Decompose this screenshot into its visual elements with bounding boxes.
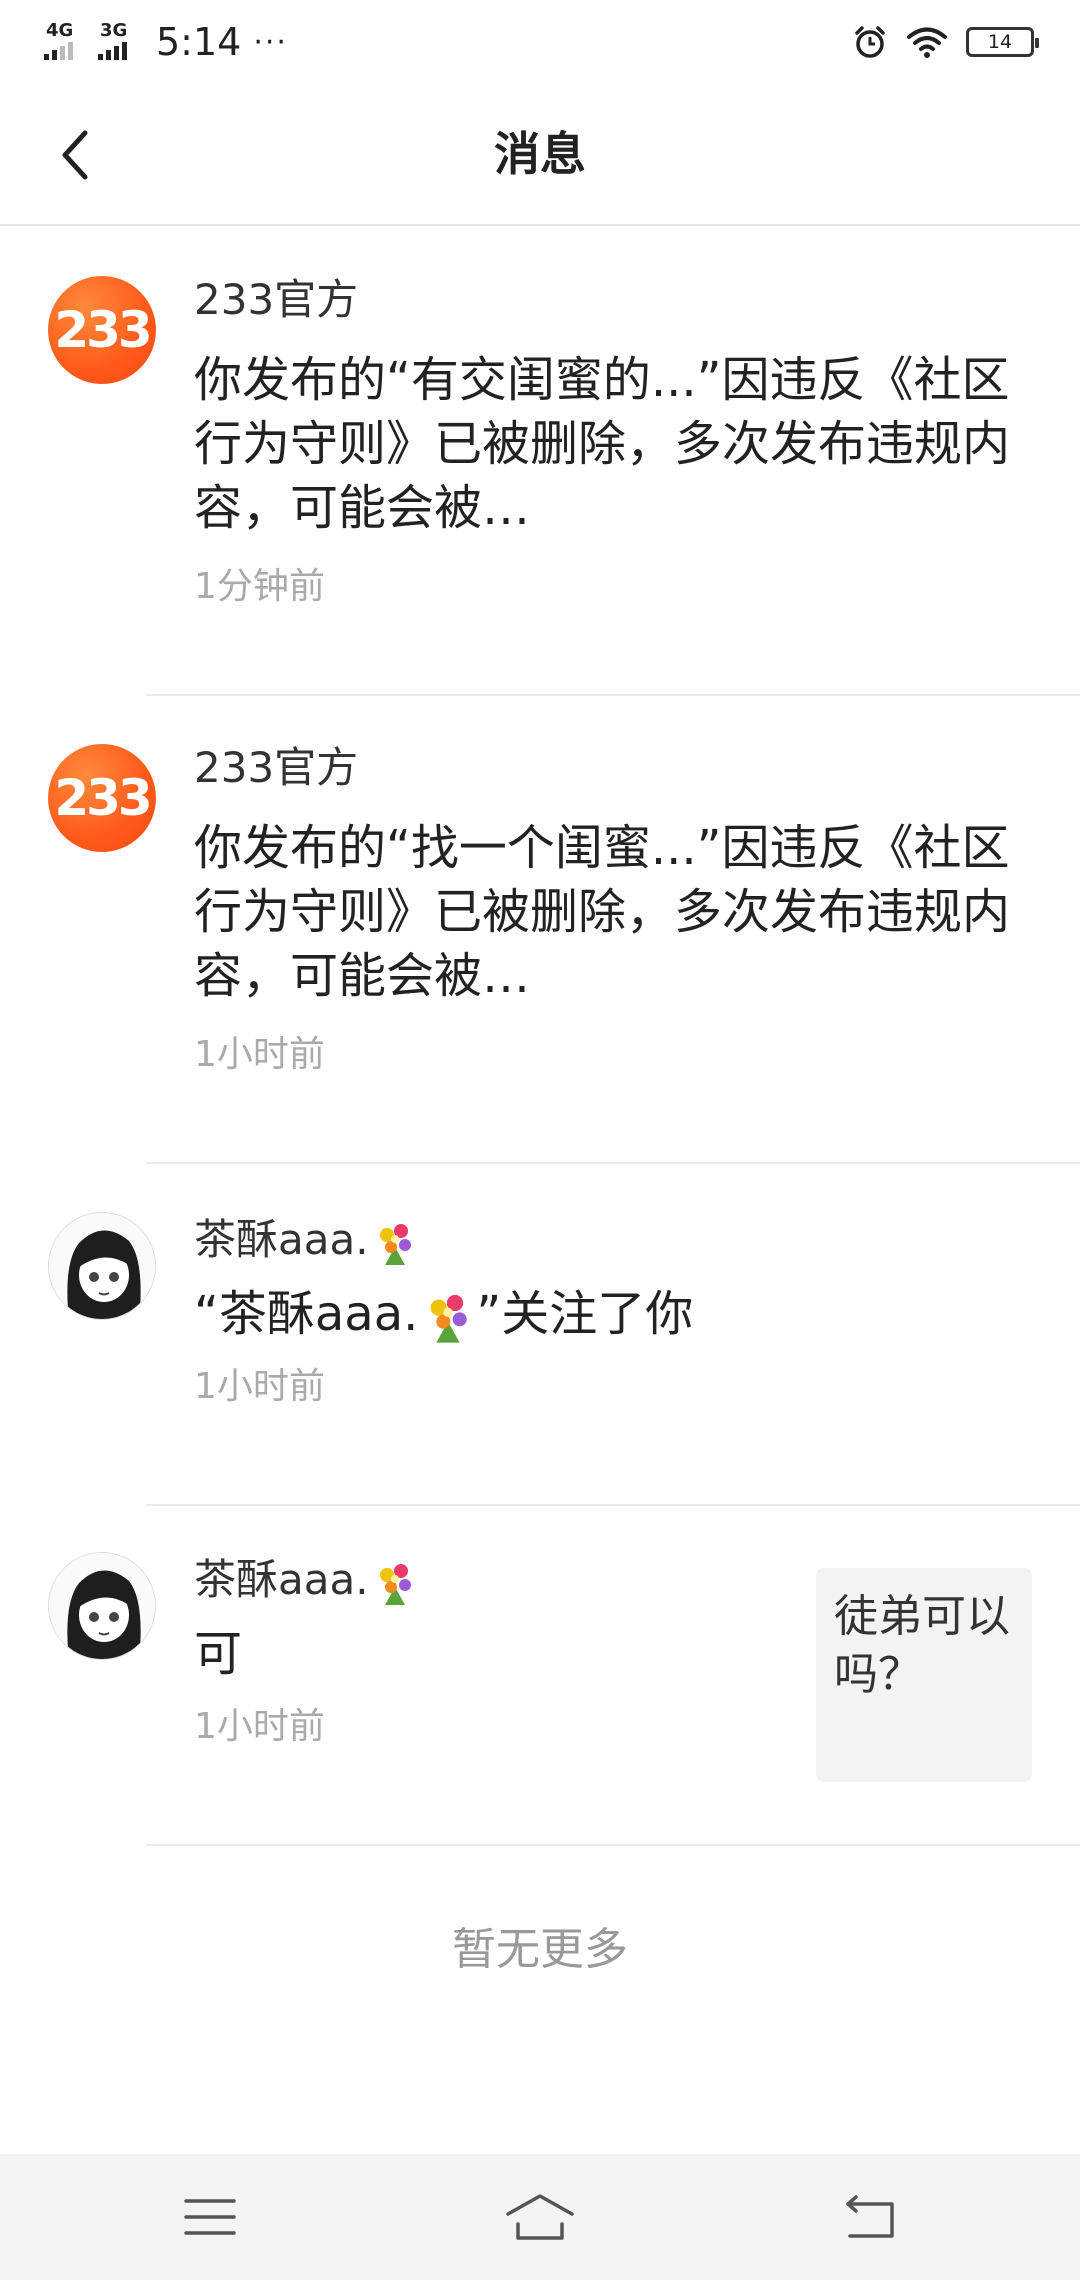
- flower-bouquet-icon: [379, 1563, 411, 1605]
- message-content: 茶酥aaa. 可 1小时前: [194, 1550, 780, 1752]
- message-content: 233官方 你发布的“找一个闺蜜...”因违反《社区行为守则》已被删除，多次发布…: [194, 738, 1010, 1080]
- back-icon: [846, 2195, 894, 2238]
- sender-name: 233官方: [194, 743, 359, 792]
- avatar-233-official[interactable]: 233: [48, 276, 156, 384]
- sender-name: 233官方: [194, 275, 359, 324]
- signal-4g-icon: 4G: [44, 22, 92, 62]
- status-left: 4G 3G 5:14 ···: [44, 18, 288, 66]
- menu-button[interactable]: [170, 2182, 250, 2252]
- back-nav-button[interactable]: [830, 2182, 910, 2252]
- alarm-icon: [855, 26, 885, 58]
- message-content: 233官方 你发布的“有交闺蜜的...”因违反《社区行为守则》已被删除，多次发布…: [194, 270, 1010, 612]
- chevron-left-icon: [62, 130, 88, 180]
- message-time: 1小时前: [194, 1366, 325, 1407]
- header-bar: 消息: [0, 84, 1080, 226]
- back-button[interactable]: [40, 120, 110, 190]
- battery-icon: 14: [966, 27, 1039, 57]
- page-title: 消息: [494, 127, 586, 181]
- status-more: ···: [253, 24, 288, 60]
- divider: [146, 694, 1080, 696]
- flower-bouquet-icon: [379, 1223, 411, 1265]
- message-text: 你发布的“找一个闺蜜...”因违反《社区行为守则》已被删除，多次发布违规内容，可…: [194, 820, 1011, 1004]
- sender-name: 茶酥aaa.: [194, 1210, 1010, 1270]
- avatar-girl-icon: [49, 1553, 155, 1659]
- avatar-233-official[interactable]: 233: [48, 744, 156, 852]
- message-text: 可: [194, 1626, 243, 1682]
- menu-icon: [184, 2199, 236, 2235]
- message-text: 你发布的“有交闺蜜的...”因违反《社区行为守则》已被删除，多次发布违规内容，可…: [194, 352, 1011, 536]
- no-more-text: 暂无更多: [452, 1924, 628, 1975]
- avatar-user[interactable]: [48, 1552, 156, 1660]
- message-time: 1分钟前: [194, 566, 325, 607]
- quoted-post-preview[interactable]: 徒弟可以吗？: [816, 1568, 1032, 1782]
- divider: [146, 1844, 1080, 1846]
- divider: [146, 1162, 1080, 1164]
- message-time: 1小时前: [194, 1034, 325, 1075]
- system-nav-bar: [0, 2154, 1080, 2280]
- status-time: 5:14: [156, 20, 242, 64]
- home-icon: [506, 2194, 574, 2240]
- status-bar: 4G 3G 5:14 ··· 14: [0, 0, 1080, 84]
- wifi-icon: [907, 27, 947, 58]
- signal-3g-icon: 3G: [98, 22, 146, 62]
- flower-bouquet-icon: [430, 1294, 468, 1343]
- status-right: 14: [852, 18, 1039, 66]
- sender-name: 茶酥aaa.: [194, 1550, 780, 1610]
- divider: [146, 1504, 1080, 1506]
- home-button[interactable]: [500, 2182, 580, 2252]
- message-text: “茶酥aaa. ”关注了你: [194, 1282, 1010, 1346]
- message-time: 1小时前: [194, 1706, 325, 1747]
- avatar-girl-icon: [49, 1213, 155, 1319]
- message-content: 茶酥aaa. “茶酥aaa. ”关注了你 1小时前: [194, 1210, 1010, 1412]
- avatar-user[interactable]: [48, 1212, 156, 1320]
